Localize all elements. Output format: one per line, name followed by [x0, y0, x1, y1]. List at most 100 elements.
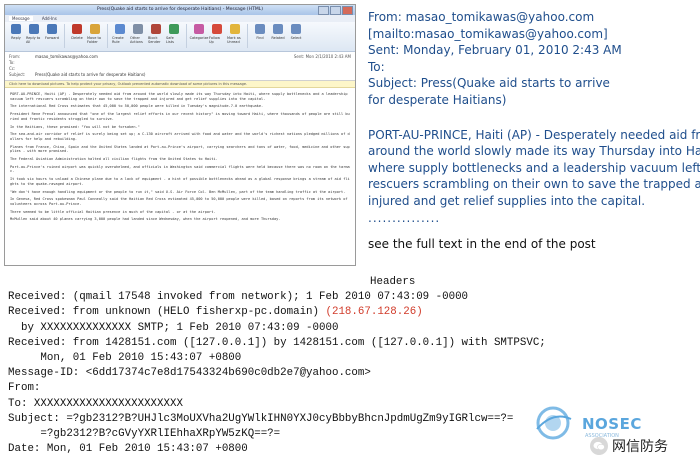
header-line-text: Date: Mon, 01 Feb 2010 15:43:07 +0800: [8, 443, 248, 456]
related-icon: [273, 24, 283, 34]
body-paragraph: McMullen said about 40 planes carrying 3…: [10, 217, 281, 222]
minimize-icon[interactable]: [318, 6, 329, 15]
safe-lists-button[interactable]: Safe Lists: [166, 24, 182, 44]
body-line: rescuers scrambling on their own to save…: [368, 177, 700, 192]
mark-as-unread-button[interactable]: Mark as Unread: [227, 24, 243, 44]
body-line: injured and get relief supplies into the…: [368, 193, 646, 208]
close-icon[interactable]: [342, 6, 353, 15]
tab-add-ins[interactable]: Add-Ins: [42, 16, 57, 21]
header-line-text: =?gb2312?B?cGVyYXRlIEhhaXRpYW5zKQ==?=: [8, 427, 281, 440]
find-icon: [255, 24, 265, 34]
see-full-text-note: see the full text in the end of the post: [368, 236, 596, 251]
tab-message[interactable]: Message: [9, 16, 33, 21]
actions-icon: [133, 24, 143, 34]
delete-icon: [72, 24, 82, 34]
body-paragraph: In the Haitians, these promised: "You wi…: [10, 124, 140, 129]
window-titlebar: Press(Quake aid starts to arrive for des…: [5, 5, 355, 15]
categorize-button[interactable]: Categorize: [189, 24, 209, 40]
body-paragraph: President Rene Preval announced that "on…: [10, 112, 350, 121]
window-controls: [318, 6, 353, 15]
unread-icon: [230, 24, 240, 34]
header-line-text: Received: (qmail 17548 invoked from netw…: [8, 291, 469, 304]
forward-icon: [47, 24, 57, 34]
ribbon-button-label: Related: [271, 36, 285, 40]
from-value[interactable]: masao_tomikawas@yahoo.com: [35, 54, 98, 60]
other-actions-button[interactable]: Other Actions: [130, 24, 146, 44]
forward-button[interactable]: Forward: [44, 24, 60, 40]
reply-button[interactable]: Reply: [8, 24, 24, 40]
create-rule-button[interactable]: Create Rule: [112, 24, 128, 44]
ellipsis-dots: ...............: [368, 210, 441, 225]
rule-icon: [115, 24, 125, 34]
body-line: around the world slowly made its way Thu…: [368, 144, 700, 159]
header-line: Received: (qmail 17548 invoked from netw…: [8, 290, 698, 305]
body-line: PORT-AU-PRINCE, Haiti (AP) - Desperately…: [368, 127, 700, 142]
header-line: Message-ID: <6dd17374c7e8d17543324b690c0…: [8, 366, 698, 381]
header-line: by XXXXXXXXXXXXXX SMTP; 1 Feb 2010 07:43…: [8, 321, 698, 336]
ribbon-button-label: Other Actions: [130, 36, 143, 44]
ribbon-button-label: Move to Folder: [87, 36, 102, 44]
body-excerpt: PORT-AU-PRINCE, Haiti (AP) - Desperately…: [368, 127, 700, 210]
reply-to-all-button[interactable]: Reply to All: [26, 24, 42, 44]
watermark-brand: NOSEC: [582, 415, 642, 433]
related-button[interactable]: Related: [270, 24, 286, 40]
header-line: Received: from 1428151.com ([127.0.0.1])…: [8, 336, 698, 351]
ribbon-button-label: Reply to All: [26, 36, 41, 44]
ribbon-button-label: Forward: [44, 36, 60, 40]
body-paragraph: PORT-AU-PRINCE, Haiti (AP) - Desperately…: [10, 92, 348, 101]
body-paragraph: In Geneva, Red Cross spokesman Paul Conn…: [10, 197, 348, 206]
delete-button[interactable]: Delete: [69, 24, 85, 40]
select-icon: [291, 24, 301, 34]
subject-value: Press(Quake aid starts to arrive for des…: [35, 72, 146, 77]
reply-all-icon: [29, 24, 39, 34]
ribbon-button-label: Safe Lists: [166, 36, 174, 44]
wechat-icon: [590, 437, 608, 455]
body-paragraph: There seemed to be little official Haiti…: [10, 209, 216, 214]
sender-ip-highlight: (218.67.128.26): [325, 306, 423, 319]
follow-up-button[interactable]: Follow Up: [209, 24, 225, 44]
move-to-folder-button[interactable]: Move to Folder: [87, 24, 103, 44]
ribbon-button-label: Categorize: [189, 36, 209, 40]
body-paragraph: The Federal Aviation Administration halt…: [10, 157, 218, 162]
safe-list-icon: [169, 24, 179, 34]
watermark-channel-name: 网信防务: [612, 439, 668, 455]
header-line: Mon, 01 Feb 2010 15:43:07 +0800: [8, 351, 698, 366]
quoted-message: From: masao_tomikawas@yahoo.com [mailto:…: [368, 9, 700, 252]
mailto-line[interactable]: [mailto:masao_tomikawas@yahoo.com]: [368, 26, 698, 43]
embedded-email-screenshot: Press(Quake aid starts to arrive for des…: [4, 4, 356, 266]
ribbon-group-separator: [247, 24, 248, 48]
picture-download-infobar[interactable]: Click here to download pictures. To help…: [5, 81, 355, 88]
body-paragraph: The international Red Cross estimates th…: [10, 104, 264, 109]
ribbon-tabs: Message Add-Ins: [5, 15, 355, 22]
ribbon-button-label: Block Sender: [148, 36, 161, 44]
ribbon-toolbar: Reply Reply to All Forward Delete Move to Fo…: [5, 22, 355, 52]
find-button[interactable]: Find: [252, 24, 268, 40]
header-line-text: Mon, 01 Feb 2010 15:43:07 +0800: [8, 351, 242, 364]
header-line: Received: from unknown (HELO fisherxp-pc…: [8, 305, 698, 320]
header-line-text: Message-ID: <6dd17374c7e8d17543324b690c0…: [8, 367, 371, 380]
subject-line: Subject: Press(Quake aid starts to arriv…: [368, 76, 610, 107]
ribbon-button-label: Select: [290, 36, 302, 40]
maximize-icon[interactable]: [330, 6, 341, 15]
subject-label: Subject:: [9, 72, 26, 77]
from-line: From: masao_tomikawas@yahoo.com: [368, 10, 595, 24]
ribbon-button-label: Follow Up: [209, 36, 220, 44]
ribbon-button-label: Reply: [11, 36, 21, 40]
header-line: From:: [8, 381, 698, 396]
body-paragraph: "We don't have enough handling equipment…: [10, 189, 346, 194]
block-icon: [151, 24, 161, 34]
message-body: PORT-AU-PRINCE, Haiti (AP) - Desperately…: [5, 88, 355, 229]
ribbon-button-label: Create Rule: [112, 36, 124, 44]
flag-icon: [212, 24, 222, 34]
select-button[interactable]: Select: [288, 24, 304, 40]
sent-label-value: Sent: Mon 2/1/2010 2:43 AM: [294, 54, 351, 60]
sent-label: Sent:: [293, 54, 305, 59]
block-sender-button[interactable]: Block Sender: [148, 24, 164, 44]
sent-value: Mon 2/1/2010 2:43 AM: [305, 54, 351, 59]
ribbon-group-separator: [107, 24, 108, 48]
header-line-text: To: XXXXXXXXXXXXXXXXXXXXXXX: [8, 397, 183, 410]
watermark-channel: 网信防务: [590, 436, 668, 456]
reply-icon: [11, 24, 21, 34]
header-line-text: Received: from 1428151.com ([127.0.0.1])…: [8, 336, 546, 349]
ribbon-group-separator: [186, 24, 187, 48]
